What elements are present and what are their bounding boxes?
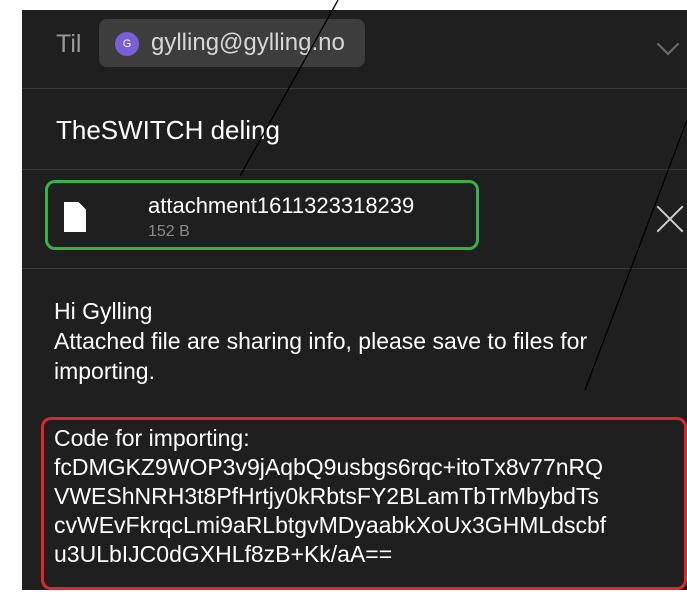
body-line: Attached file are sharing info, please s… <box>54 328 588 354</box>
file-icon <box>64 202 86 232</box>
code-line: Code for importing: <box>54 425 250 451</box>
code-line: fcDMGKZ9WOP3v9jAqbQ9usbgs6rqc+itoTx8v77n… <box>54 454 604 480</box>
body-line: Hi Gylling <box>54 298 153 324</box>
code-line: VWEShNRH3t8PfHrtjy0kRbtsFY2BLamTbTrMbybd… <box>54 483 599 509</box>
import-code[interactable]: Code for importing: fcDMGKZ9WOP3v9jAqbQ9… <box>54 424 687 569</box>
code-line: cvWEvFkrqcLmi9aRLbtgvMDyaabkXoUx3GHMLdsc… <box>54 512 607 538</box>
code-line: u3ULbIJC0dGXHLf8zB+Kk/aA== <box>54 541 393 567</box>
divider <box>22 268 687 269</box>
recipient-row: Til G gylling@gylling.no <box>22 10 687 89</box>
attachment-size: 152 B <box>148 223 190 240</box>
recipient-chip[interactable]: G gylling@gylling.no <box>99 19 365 67</box>
attachment-card[interactable]: attachment1611323318239 152 B <box>45 180 479 250</box>
avatar: G <box>115 32 139 56</box>
body-line: importing. <box>54 358 155 384</box>
to-label: Til <box>56 30 82 58</box>
attachment-name: attachment1611323318239 <box>148 193 415 218</box>
chevron-down-icon[interactable] <box>656 32 680 56</box>
recipient-email: gylling@gylling.no <box>151 29 345 56</box>
email-compose-screen: Til G gylling@gylling.no TheSWITCH delin… <box>22 10 687 590</box>
subject-row[interactable]: TheSWITCH deling <box>22 89 687 170</box>
close-icon[interactable] <box>655 204 685 234</box>
message-body[interactable]: Hi Gylling Attached file are sharing inf… <box>54 296 684 386</box>
subject-field[interactable]: TheSWITCH deling <box>56 115 280 146</box>
